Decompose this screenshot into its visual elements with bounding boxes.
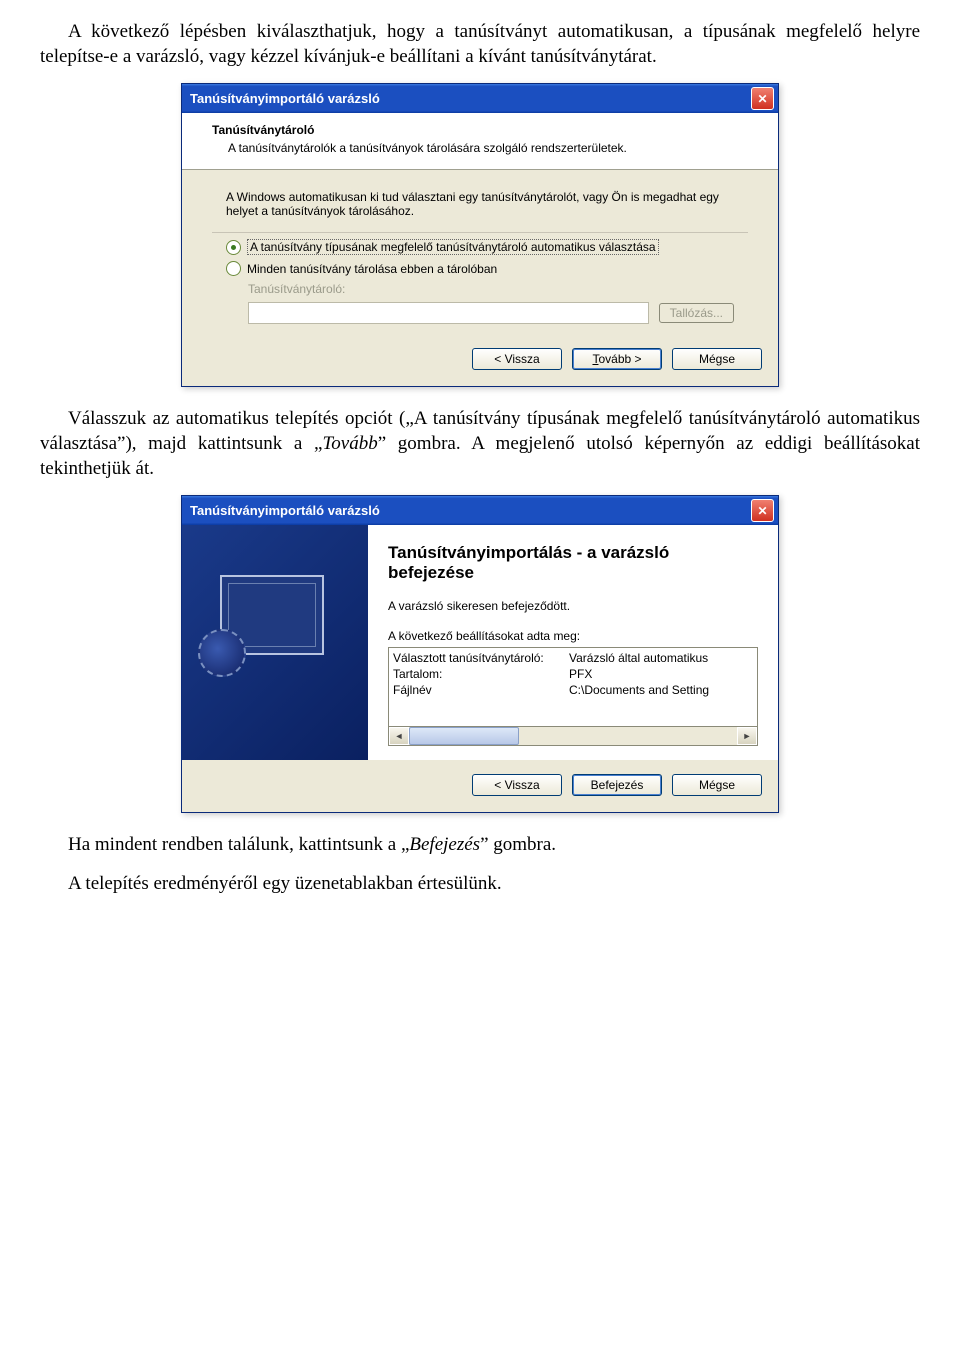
back-button[interactable]: < Vissza — [472, 774, 562, 796]
wizard-finish-heading: Tanúsítványimportálás - a varázsló befej… — [388, 543, 758, 583]
titlebar: Tanúsítványimportáló varázsló ✕ — [182, 496, 778, 525]
wizard-step-desc: A tanúsítványtárolók a tanúsítványok tár… — [228, 141, 748, 155]
cancel-button[interactable]: Mégse — [672, 774, 762, 796]
scroll-left-icon[interactable]: ◄ — [389, 727, 409, 745]
close-icon[interactable]: ✕ — [751, 87, 774, 110]
scroll-right-icon[interactable]: ► — [737, 727, 757, 745]
next-button[interactable]: Tovább > — [572, 348, 662, 370]
wizard-finish-dialog: Tanúsítványimportáló varázsló ✕ Tanúsítv… — [181, 495, 779, 813]
paragraph-2: Válasszuk az automatikus telepítés opció… — [40, 407, 920, 481]
wizard-settings-label: A következő beállításokat adta meg: — [388, 629, 758, 643]
radio-auto-label: A tanúsítvány típusának megfelelő tanúsí… — [247, 239, 659, 255]
divider — [212, 232, 748, 233]
certificate-icon — [220, 575, 324, 655]
dialog-title: Tanúsítványimportáló varázsló — [190, 503, 380, 518]
list-value: C:\Documents and Setting — [569, 682, 709, 698]
store-field-label: Tanúsítványtároló: — [248, 282, 734, 296]
settings-listbox: Választott tanúsítványtároló: Tartalom: … — [388, 647, 758, 727]
radio-manual-store[interactable]: Minden tanúsítvány tárolása ebben a táro… — [226, 261, 734, 276]
browse-button: Tallózás... — [659, 303, 734, 323]
paragraph-1: A következő lépésben kiválaszthatjuk, ho… — [40, 20, 920, 69]
back-button[interactable]: < Vissza — [472, 348, 562, 370]
paragraph-4: A telepítés eredményéről egy üzenetablak… — [40, 872, 920, 897]
list-key: Fájlnév — [393, 682, 569, 698]
radio-manual-label: Minden tanúsítvány tárolása ebben a táro… — [247, 262, 497, 276]
list-key: Tartalom: — [393, 666, 569, 682]
wizard-success-text: A varázsló sikeresen befejeződött. — [388, 599, 758, 613]
wizard-store-dialog: Tanúsítványimportáló varázsló ✕ Tanúsítv… — [181, 83, 779, 387]
wizard-sidebar-graphic — [182, 525, 368, 760]
paragraph-3: Ha mindent rendben találunk, kattintsunk… — [40, 833, 920, 858]
radio-icon — [226, 261, 241, 276]
dialog-title: Tanúsítványimportáló varázsló — [190, 91, 380, 106]
radio-auto-store[interactable]: A tanúsítvány típusának megfelelő tanúsí… — [226, 239, 734, 255]
radio-icon — [226, 240, 241, 255]
wizard-intro-text: A Windows automatikusan ki tud választan… — [226, 190, 734, 218]
titlebar: Tanúsítványimportáló varázsló ✕ — [182, 84, 778, 113]
cancel-button[interactable]: Mégse — [672, 348, 762, 370]
horizontal-scrollbar[interactable]: ◄ ► — [388, 727, 758, 746]
list-value: Varázsló által automatikus — [569, 650, 709, 666]
list-key: Választott tanúsítványtároló: — [393, 650, 569, 666]
wizard-step-title: Tanúsítványtároló — [212, 123, 748, 137]
finish-button[interactable]: Befejezés — [572, 774, 662, 796]
close-icon[interactable]: ✕ — [751, 499, 774, 522]
list-value: PFX — [569, 666, 709, 682]
store-path-input — [248, 302, 649, 324]
scroll-thumb[interactable] — [409, 727, 519, 745]
